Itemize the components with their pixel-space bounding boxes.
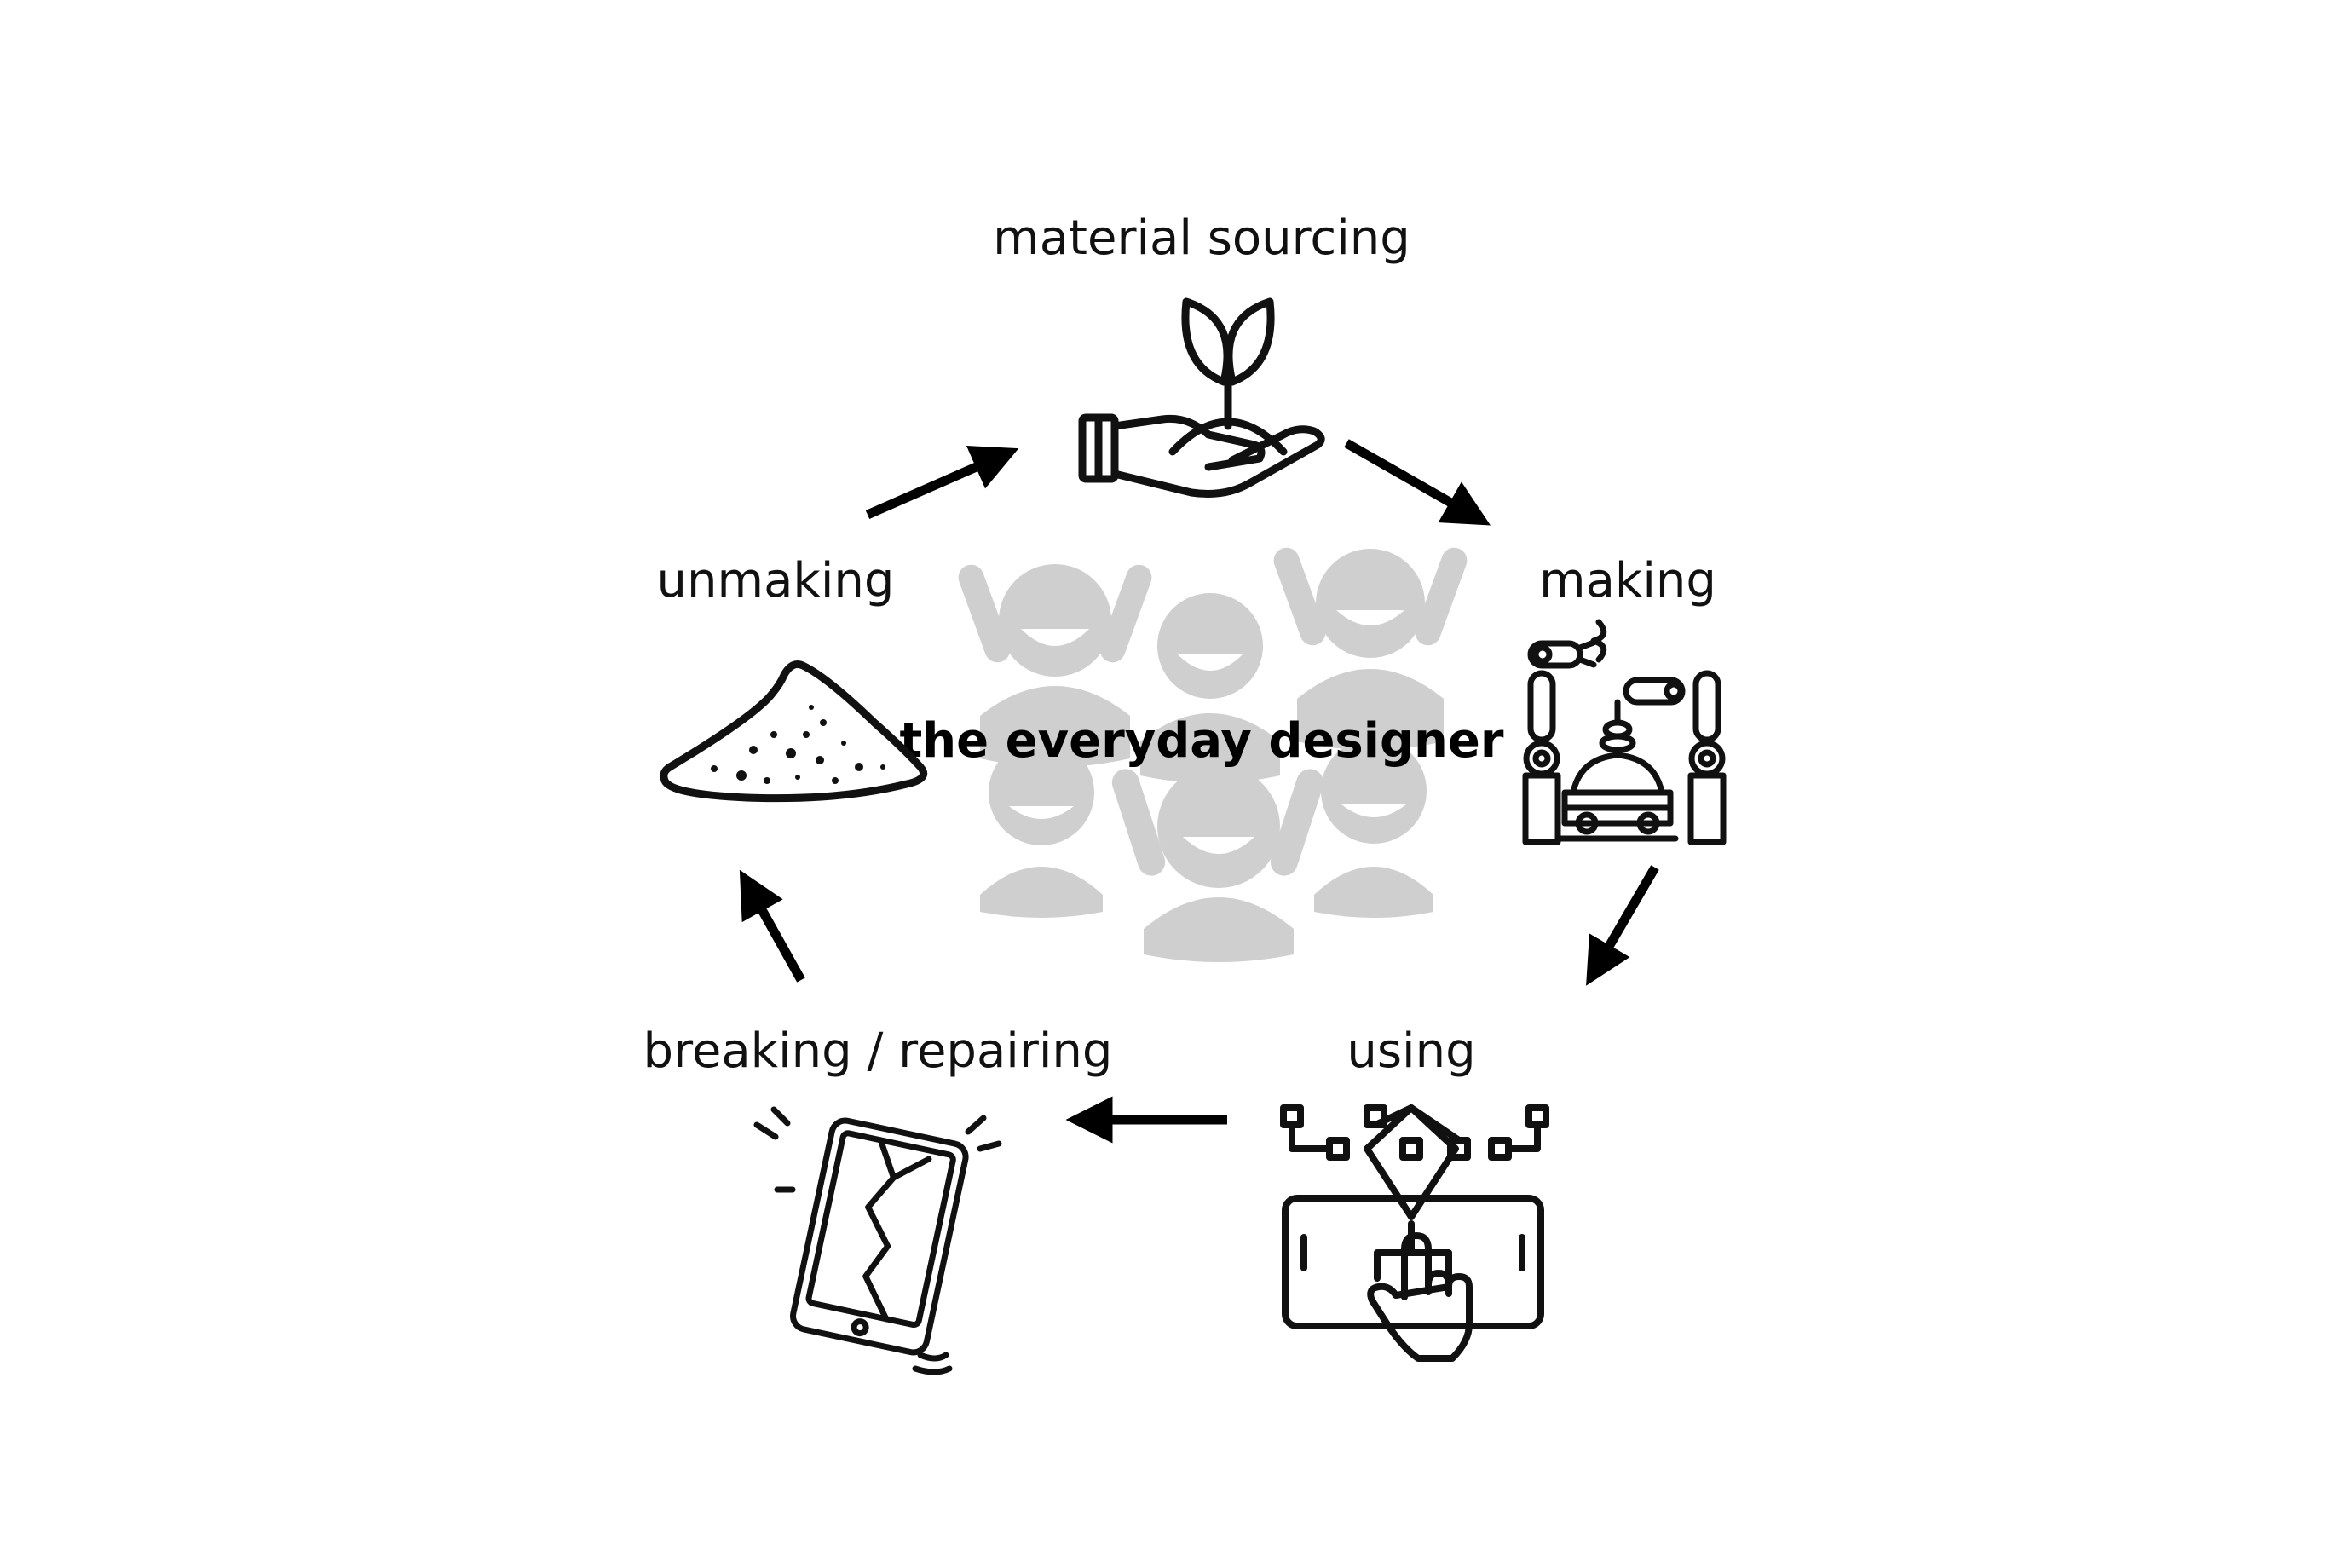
arrow-unmaking-to-material-sourcing xyxy=(865,446,1019,520)
stage-label-breaking-repairing: breaking / repairing xyxy=(643,1023,1113,1079)
touchscreen-interface-icon xyxy=(1280,1104,1549,1362)
arrow-breaking-repairing-to-unmaking xyxy=(739,869,805,983)
pile-of-dust-icon xyxy=(660,660,927,803)
stage-label-material-sourcing: material sourcing xyxy=(993,210,1410,266)
person-figure xyxy=(1111,765,1324,962)
lifecycle-diagram: the everyday designer material sourcing … xyxy=(643,210,1727,1375)
stage-label-unmaking: unmaking xyxy=(657,553,895,608)
stage-label-making: making xyxy=(1539,553,1716,608)
arrow-making-to-using xyxy=(1586,865,1659,986)
arrow-material-sourcing-to-making xyxy=(1344,439,1491,526)
stage-label-using: using xyxy=(1346,1023,1475,1079)
robotic-assembly-line-icon xyxy=(1522,619,1727,845)
hand-holding-sprout-icon xyxy=(1078,297,1325,498)
center-title: the everyday designer xyxy=(900,713,1504,769)
cracked-phone-icon xyxy=(753,1106,1002,1375)
